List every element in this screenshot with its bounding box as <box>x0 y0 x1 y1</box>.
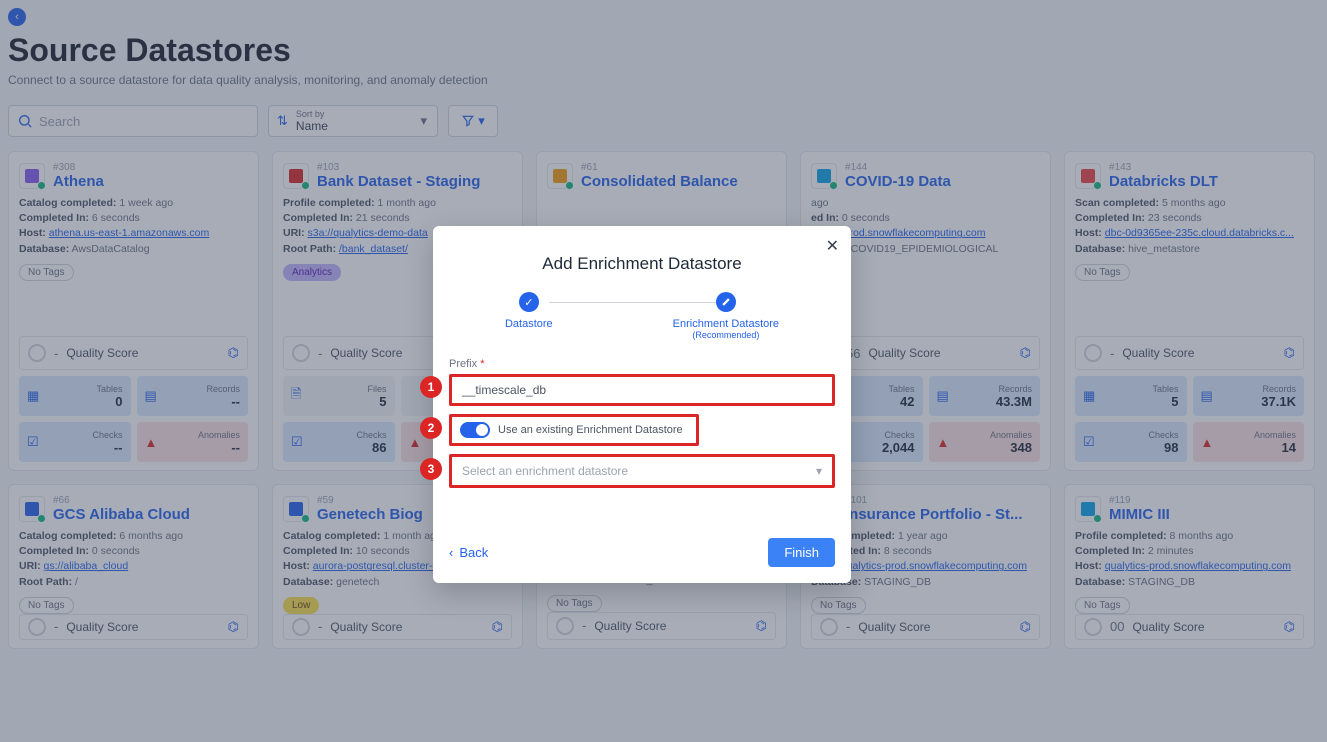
use-existing-toggle[interactable]: Use an existing Enrichment Datastore <box>449 414 699 446</box>
step-enrichment[interactable]: Enrichment Datastore(Recommended) <box>673 292 779 340</box>
prefix-input[interactable]: __timescale_db <box>449 374 835 406</box>
annotation-badge-3: 3 <box>420 458 442 480</box>
modal-title: Add Enrichment Datastore <box>449 254 835 274</box>
enrichment-select[interactable]: Select an enrichment datastore▾ <box>449 454 835 488</box>
back-button[interactable]: ‹Back <box>449 545 488 560</box>
toggle-switch[interactable] <box>460 422 490 438</box>
add-enrichment-modal: ✕ Add Enrichment Datastore ✓Datastore En… <box>433 226 851 583</box>
step-datastore[interactable]: ✓Datastore <box>505 292 553 340</box>
annotation-badge-1: 1 <box>420 376 442 398</box>
chevron-down-icon: ▾ <box>816 464 822 478</box>
finish-button[interactable]: Finish <box>768 538 835 567</box>
close-icon[interactable]: ✕ <box>826 236 839 256</box>
annotation-badge-2: 2 <box>420 417 442 439</box>
chevron-left-icon: ‹ <box>449 545 453 560</box>
prefix-label: Prefix * <box>449 358 835 370</box>
